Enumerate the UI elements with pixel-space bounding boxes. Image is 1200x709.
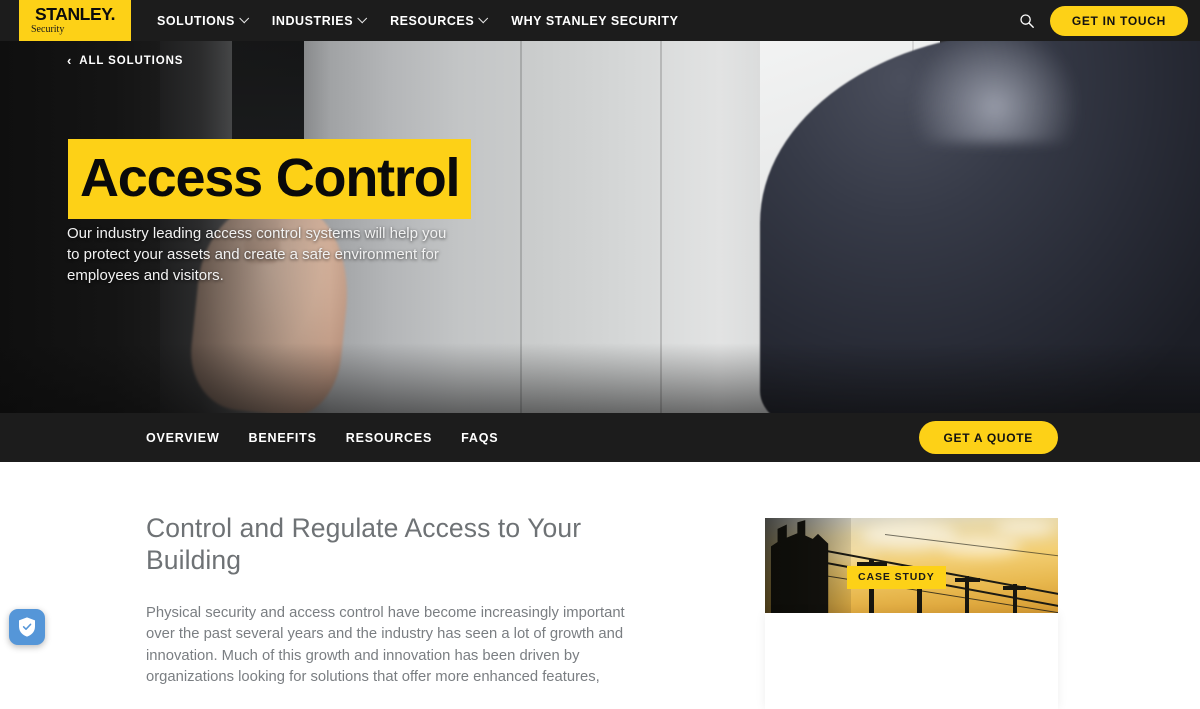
logo-subtext: Security <box>31 23 65 35</box>
breadcrumb-all-solutions[interactable]: ‹ ALL SOLUTIONS <box>67 54 183 67</box>
nav-label-solutions: SOLUTIONS <box>157 13 235 28</box>
page-title: Access Control <box>68 139 472 219</box>
nav-label-why-stanley-security: WHY STANLEY SECURITY <box>511 13 679 28</box>
chevron-down-icon <box>478 13 489 24</box>
top-nav-actions: GET IN TOUCH <box>1016 0 1188 41</box>
section-body-paragraph: Physical security and access control hav… <box>146 604 625 686</box>
tab-overview[interactable]: OVERVIEW <box>146 431 220 445</box>
cloud-shape <box>995 520 1055 536</box>
shield-check-icon <box>19 617 35 637</box>
privacy-shield-button[interactable] <box>9 609 45 645</box>
hero-title-wrapper: Access Control <box>68 139 472 219</box>
nav-item-resources[interactable]: RESOURCES <box>390 13 489 28</box>
search-icon <box>1020 13 1034 28</box>
chevron-down-icon <box>357 13 368 24</box>
case-study-card[interactable] <box>765 613 1058 709</box>
primary-nav: SOLUTIONS INDUSTRIES RESOURCES WHY STANL… <box>157 0 679 41</box>
tab-faqs[interactable]: FAQS <box>461 431 498 445</box>
breadcrumb-label: ALL SOLUTIONS <box>79 54 184 67</box>
case-study-column: CASE STUDY <box>765 518 1058 709</box>
nav-item-industries[interactable]: INDUSTRIES <box>271 13 368 28</box>
case-study-badge: CASE STUDY <box>847 566 946 589</box>
tab-resources[interactable]: RESOURCES <box>346 431 432 445</box>
nav-label-industries: INDUSTRIES <box>271 13 354 28</box>
chevron-down-icon <box>239 13 250 24</box>
chevron-left-icon: ‹ <box>67 53 73 68</box>
top-navigation-bar: STANLEY. Security SOLUTIONS INDUSTRIES R… <box>0 0 1200 41</box>
nav-item-why-stanley-security[interactable]: WHY STANLEY SECURITY <box>511 14 678 28</box>
hero-subtitle: Our industry leading access control syst… <box>67 225 447 284</box>
overview-text-column: Control and Regulate Access to Your Buil… <box>146 513 636 689</box>
section-navigation-bar: OVERVIEW BENEFITS RESOURCES FAQS GET A Q… <box>0 413 1200 462</box>
logo-wordmark: STANLEY. <box>34 4 116 25</box>
get-a-quote-button[interactable]: GET A QUOTE <box>918 421 1058 454</box>
search-button[interactable] <box>1016 10 1038 32</box>
tab-benefits[interactable]: BENEFITS <box>249 431 317 445</box>
image-shadow-overlay <box>765 518 851 627</box>
hero-banner: ‹ ALL SOLUTIONS Access Control Our indus… <box>0 41 1200 413</box>
hero-content: ‹ ALL SOLUTIONS Access Control Our indus… <box>0 41 1200 413</box>
get-in-touch-button[interactable]: GET IN TOUCH <box>1049 5 1188 36</box>
section-heading: Control and Regulate Access to Your Buil… <box>146 513 582 575</box>
nav-item-solutions[interactable]: SOLUTIONS <box>157 13 250 28</box>
section-nav-links: OVERVIEW BENEFITS RESOURCES FAQS <box>146 431 498 445</box>
stanley-security-logo[interactable]: STANLEY. Security <box>19 0 131 41</box>
nav-label-resources: RESOURCES <box>390 13 475 28</box>
main-content: Control and Regulate Access to Your Buil… <box>0 462 1200 709</box>
